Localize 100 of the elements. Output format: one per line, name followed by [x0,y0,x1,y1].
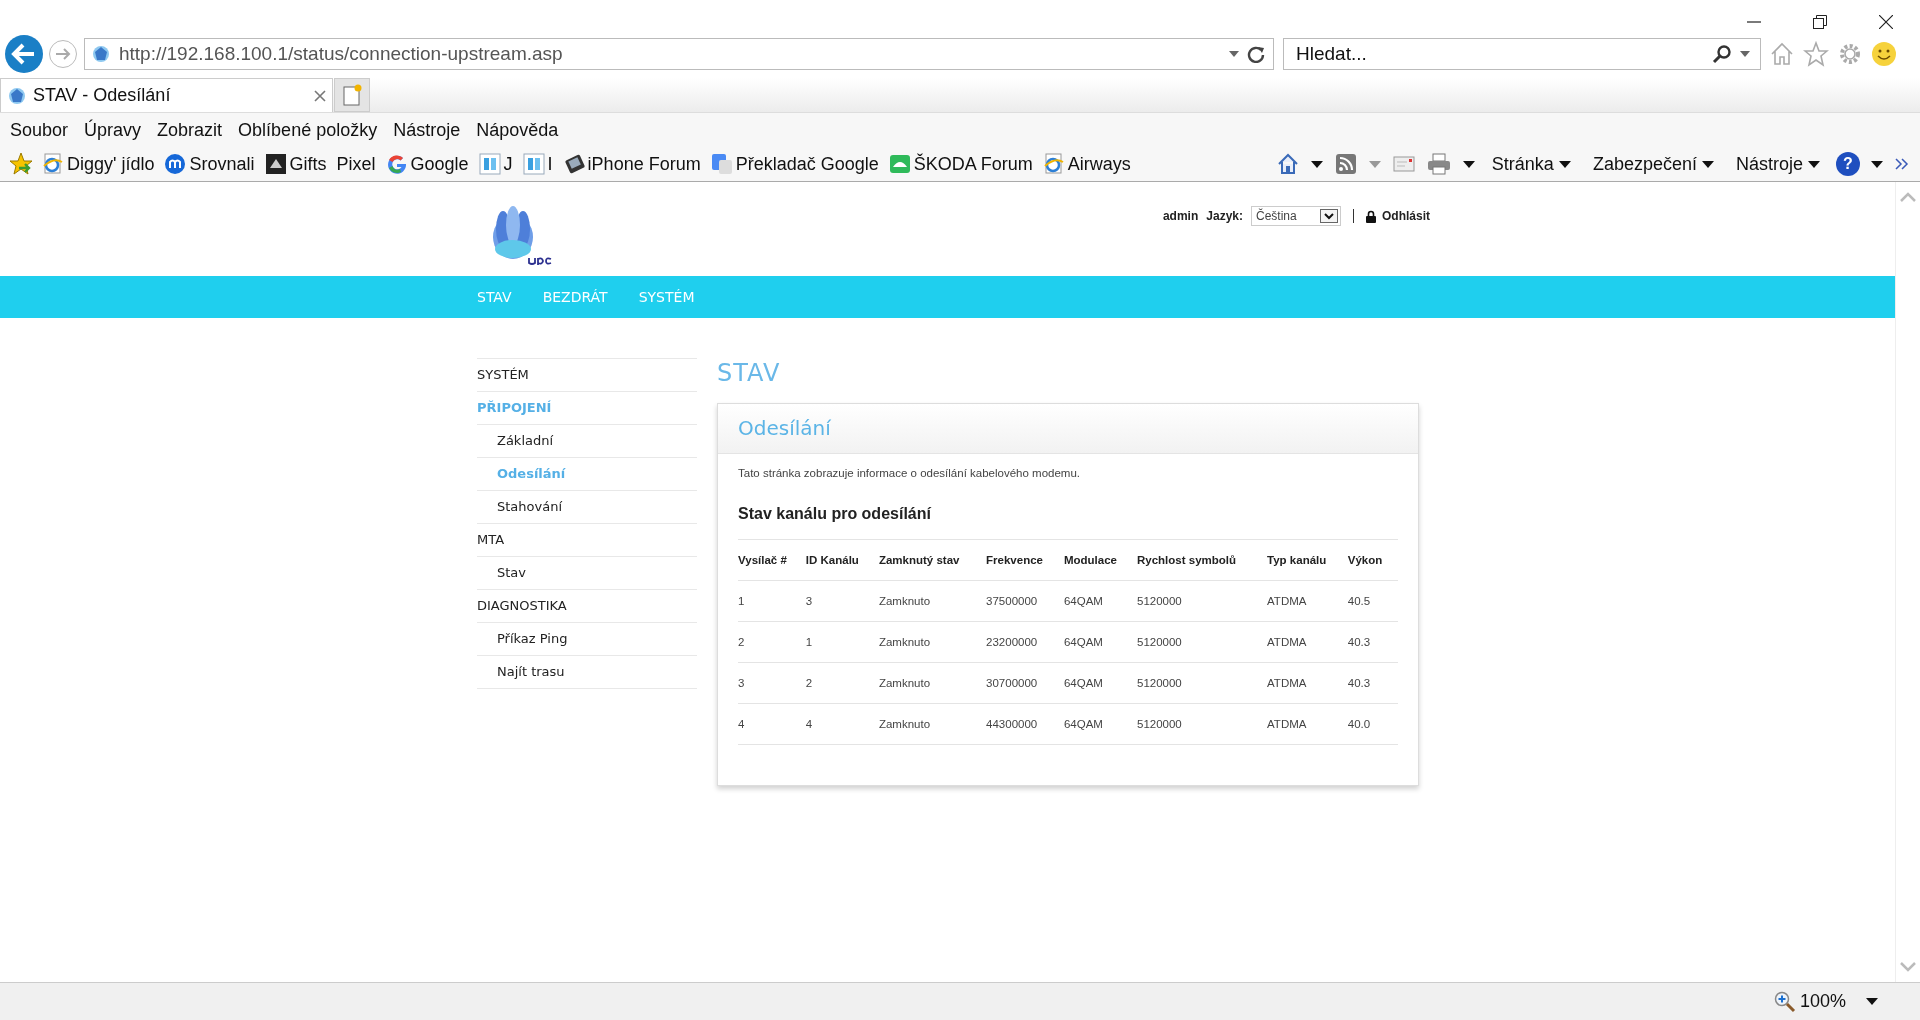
bookmark-link[interactable]: Srovnali [164,153,255,175]
favorites-star-icon[interactable] [9,152,33,176]
help-button[interactable]: ? [1836,152,1860,176]
table-cell: 40.0 [1347,703,1398,745]
dropdown-caret-icon[interactable] [1740,51,1750,57]
language-label: Jazyk: [1206,209,1243,223]
description-text: Tato stránka zobrazuje informace o odesílání kabelového modemu. [738,467,1081,479]
table-cell: 1 [805,621,879,663]
table-cell: ATDMA [1267,621,1348,663]
restore-icon[interactable] [1813,15,1827,29]
table-cell: 30700000 [986,662,1064,704]
menu-item[interactable]: Nápověda [476,119,559,141]
column-header: Typ kanálu [1267,539,1348,581]
home-icon[interactable] [1276,153,1299,175]
sidebar-item[interactable]: SYSTÉM [477,359,697,392]
sidebar-subitem[interactable]: Příkaz Ping [477,623,697,656]
bookmark-icon [522,153,545,175]
bookmark-icon [42,153,64,175]
menu-item[interactable]: Nástroje [393,119,461,141]
table-cell: 40.3 [1347,621,1398,663]
bookmark-link[interactable]: Diggy' jídlo [42,153,155,175]
bookmark-icon [385,153,408,175]
page-icon [91,44,111,64]
table-cell: Zamknuto [878,703,987,745]
table-cell: 44300000 [986,703,1064,745]
mail-icon[interactable] [1392,156,1415,172]
menu-item[interactable]: Soubor [10,119,69,141]
logout-link[interactable]: Odhlásit [1366,209,1430,223]
sidebar-item[interactable]: DIAGNOSTIKA [477,590,697,623]
column-header: Modulace [1063,539,1137,581]
page-heading: STAV [717,359,782,389]
column-header: Zamknutý stav [878,539,987,581]
sidebar-subitem[interactable]: Základní [477,425,697,458]
table-cell: 5120000 [1137,621,1268,663]
dropdown-caret-icon[interactable] [1229,51,1239,57]
bookmark-link[interactable]: ŠKODA Forum [888,153,1033,175]
caret-icon[interactable] [1866,998,1878,1005]
star-icon[interactable] [1803,41,1829,67]
sidebar-subitem[interactable]: Stav [477,557,697,590]
table-cell: 2 [738,621,806,663]
menu-item[interactable]: Úpravy [84,119,142,141]
menu-item[interactable]: Oblíbené položky [238,119,378,141]
table-cell: 23200000 [986,621,1064,663]
sidebar-subitem[interactable]: Najít trasu [477,656,697,689]
caret-icon [1558,160,1571,168]
table-cell: 2 [805,662,879,704]
menu-item[interactable]: Zobrazit [157,119,223,141]
bookmark-link[interactable]: Google [385,153,469,175]
browser-tab[interactable]: STAV - Odesílání [0,78,333,112]
feed-icon[interactable] [1334,153,1357,175]
bookmark-icon [478,153,501,175]
table-cell: Zamknuto [878,580,987,622]
smiley-icon[interactable] [1871,41,1897,67]
new-tab-button[interactable] [334,78,370,112]
command-menu[interactable]: Nástroje [1735,153,1820,175]
page-icon [7,85,27,106]
caret-icon[interactable] [1462,160,1475,168]
command-menu[interactable]: Stránka [1491,153,1571,175]
column-header: Frekvence [986,539,1064,581]
command-menu[interactable]: Zabezpečení [1592,153,1714,175]
caret-icon[interactable] [1871,160,1883,168]
lock-icon [1366,209,1376,223]
column-header: Vysílač # [738,539,806,581]
bookmark-link[interactable]: Gifts [264,153,327,175]
table-cell: ATDMA [1267,703,1348,745]
language-select[interactable]: Čeština [1251,206,1341,226]
column-header: ID Kanálu [805,539,879,581]
search-field[interactable]: Hledat... [1283,38,1761,70]
table-cell: ATDMA [1267,662,1348,704]
table-cell: ATDMA [1267,580,1348,622]
table-cell: 5120000 [1137,703,1268,745]
close-icon[interactable] [1879,15,1893,29]
card-title: Odesílání [718,404,1418,454]
sidebar-subitem[interactable]: Stahování [477,491,697,524]
bookmark-link[interactable]: Pixel [336,153,376,175]
bookmark-link[interactable]: Airways [1042,153,1131,175]
search-icon[interactable] [1712,44,1732,64]
bookmark-link[interactable]: J [478,153,513,175]
bookmark-link[interactable]: I [522,153,553,175]
address-bar[interactable]: http://192.168.100.1/status/connection-upstream.asp [84,38,1274,70]
refresh-icon[interactable] [1247,45,1265,63]
new-page-icon [342,84,362,106]
table-cell: Zamknuto [878,662,987,704]
home-icon[interactable] [1769,41,1795,67]
column-header: Rychlost symbolů [1137,539,1268,581]
bookmark-link[interactable]: iPhone Forum [562,153,701,175]
chevron-icon[interactable] [1895,158,1909,170]
printer-icon[interactable] [1426,153,1451,175]
zoom-control[interactable]: 100% [1773,990,1846,1013]
caret-icon [1701,160,1714,168]
table-cell: 37500000 [986,580,1064,622]
table-cell: Zamknuto [878,621,987,663]
tab-title: STAV - Odesílání [33,85,172,106]
zoom-icon [1773,990,1796,1013]
sidebar-item[interactable]: MTA [477,524,697,557]
table-cell: 1 [738,580,806,622]
bookmark-link[interactable]: Překladač Google [710,153,879,175]
settings-icon[interactable] [1837,41,1863,67]
caret-icon[interactable] [1310,160,1323,168]
bookmark-icon [264,153,287,175]
